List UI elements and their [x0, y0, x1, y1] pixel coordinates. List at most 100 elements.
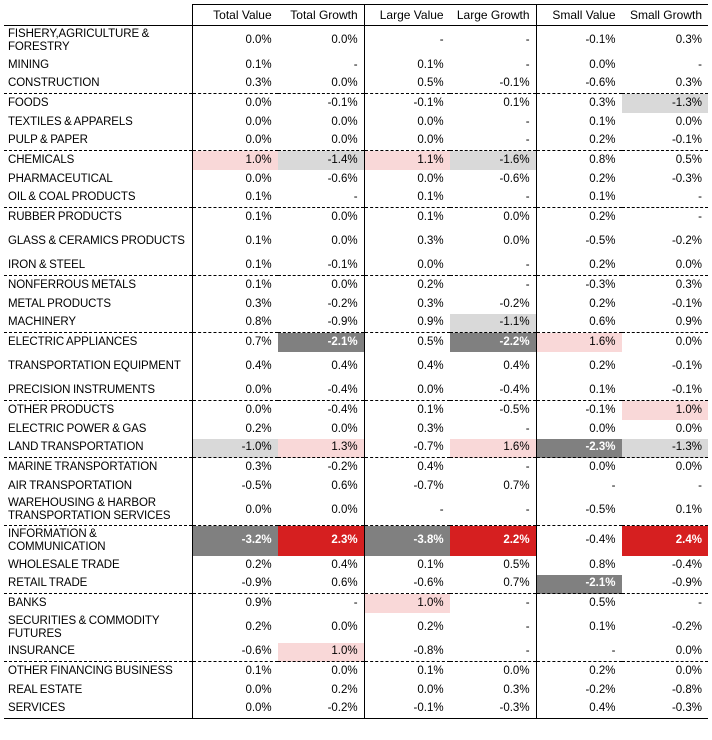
cell-total_value: 0.2%	[191, 555, 278, 575]
row-label: PRECISION INSTRUMENTS	[4, 381, 193, 401]
cell-total_growth: 1.0%	[277, 642, 365, 662]
cell-small_value: 0.2%	[535, 169, 622, 189]
cell-large_growth: -	[449, 188, 537, 208]
header-total-value: Total Value	[191, 4, 278, 26]
row-label: INSURANCE	[4, 642, 193, 662]
cell-small_growth: -0.1%	[621, 381, 708, 401]
table-row: ELECTRIC APPLIANCES 0.7% -2.1% 0.5% -2.2% 1.6…	[4, 332, 708, 352]
table-row: SECURITIES & COMMODITY FUTURES 0.2% 0.0% 0.…	[4, 612, 708, 643]
table-row: AIR TRANSPORTATION -0.5% 0.6% -0.7% 0.7% - -	[4, 476, 708, 496]
row-label: SERVICES	[4, 699, 193, 719]
cell-large_value: 1.1%	[363, 150, 450, 170]
table-row: MARINE TRANSPORTATION 0.3% -0.2% 0.4% -0.0% 0…	[4, 457, 708, 477]
row-label: PULP & PAPER	[4, 131, 193, 151]
cell-total_value: 0.0%	[191, 93, 278, 113]
row-label: OIL & COAL PRODUCTS	[4, 188, 193, 208]
cell-large_value: 0.3%	[363, 226, 450, 257]
header-row: Total Value Total Growth Large Value Lar…	[4, 4, 708, 26]
cell-large_value: -3.8%	[363, 525, 450, 556]
cell-small_value: 0.1%	[535, 381, 622, 401]
row-label: METAL PRODUCTS	[8, 297, 111, 310]
cell-total_value: 0.7%	[191, 332, 278, 352]
header-total-growth: Total Growth	[277, 4, 365, 26]
cell-total_value: 0.0%	[191, 112, 278, 132]
row-label: OTHER FINANCING BUSINESS	[8, 664, 173, 677]
row-label: REAL ESTATE	[8, 683, 83, 696]
cell-total_growth: -1.4%	[277, 150, 365, 170]
cell-total_value: 0.1%	[191, 226, 278, 257]
cell-small_growth: 0.3%	[621, 74, 708, 94]
cell-total_value: 0.1%	[191, 55, 278, 75]
row-label: WAREHOUSING & HARBOR TRANSPORTATION SERV…	[4, 495, 193, 526]
cell-small_value: 0.0%	[535, 419, 622, 439]
cell-small_growth: 0.0%	[675, 422, 702, 435]
cell-total_value: 0.3%	[191, 457, 278, 477]
cell-small_value: 0.6%	[535, 313, 622, 333]
table-row: NONFERROUS METALS 0.1% 0.0% 0.2% - -0.3% 0.3%	[4, 275, 708, 295]
cell-large_growth: 1.6%	[449, 438, 537, 458]
cell-total_growth: 0.0%	[331, 664, 358, 677]
sector-statistics-table: Total Value Total Growth Large Value Lar…	[4, 4, 708, 719]
cell-large_value: 0.1%	[363, 188, 450, 208]
cell-small_value: 0.0%	[535, 55, 622, 75]
cell-small_growth: 0.1%	[621, 495, 708, 526]
cell-small_value: -0.4%	[535, 525, 622, 556]
cell-small_growth: -0.9%	[621, 574, 708, 594]
cell-total_value: 0.0%	[191, 381, 278, 401]
cell-large_value: 0.9%	[363, 313, 450, 333]
cell-small_growth: 0.0%	[675, 115, 702, 128]
cell-large_growth: -0.5%	[499, 403, 530, 416]
cell-total_value: 0.2%	[191, 612, 278, 643]
cell-small_value: 0.1%	[535, 612, 622, 643]
cell-large_growth: -0.6%	[499, 172, 530, 185]
cell-total_value: 0.3%	[191, 294, 278, 314]
cell-total_value: 0.0%	[191, 699, 278, 719]
cell-large_growth: -0.2%	[499, 297, 530, 310]
cell-large_value: 0.2%	[363, 612, 450, 643]
cell-total_value: 0.1%	[191, 275, 278, 295]
cell-total_value: -1.0%	[191, 438, 278, 458]
cell-large_value: -0.1%	[363, 699, 450, 719]
cell-total_value: 0.1%	[191, 661, 278, 681]
table-row: OTHER FINANCING BUSINESS 0.1% 0.0% 0.1% 0.0%…	[4, 661, 708, 681]
table-row: IRON & STEEL 0.1% -0.1% 0.0% -0.2% 0.0%	[4, 256, 708, 276]
row-label: RETAIL TRADE	[4, 574, 193, 594]
cell-small_growth: 0.0%	[675, 664, 702, 677]
cell-total_value: 0.9%	[191, 593, 278, 613]
row-label: MINING	[8, 58, 49, 71]
header-large-value: Large Value	[363, 4, 450, 26]
cell-large_value: 0.3%	[363, 294, 450, 314]
cell-small_value: 0.3%	[535, 93, 622, 113]
cell-large_value: 0.0%	[363, 112, 450, 132]
cell-small_growth: -0.3%	[621, 699, 708, 719]
cell-total_value: 0.0%	[191, 400, 278, 420]
cell-small_value: 0.1%	[535, 188, 622, 208]
cell-small_value: 0.2%	[535, 661, 622, 681]
cell-small_growth: -0.4%	[671, 558, 702, 571]
row-label: PHARMACEUTICAL	[8, 172, 113, 185]
row-label: IRON & STEEL	[4, 256, 193, 276]
row-label: FISHERY,AGRICULTURE & FORESTRY	[8, 27, 150, 53]
table-row: METAL PRODUCTS 0.3% -0.2% 0.3% -0.2% 0.2% -0.1…	[4, 294, 708, 314]
cell-total_growth: -0.1%	[327, 96, 358, 109]
row-label: RUBBER PRODUCTS	[8, 210, 122, 223]
cell-large_value: 0.0%	[363, 680, 450, 700]
table-row: OTHER PRODUCTS 0.0% -0.4% 0.1% -0.5% -0.1% 1.0…	[4, 400, 708, 420]
cell-small_value: -2.3%	[535, 438, 622, 458]
cell-large_growth: -	[449, 131, 537, 151]
cell-total_growth: -0.2%	[277, 699, 365, 719]
cell-total_growth: -	[277, 188, 365, 208]
table-body: FISHERY,AGRICULTURE & FORESTRY 0.0% 0.0% - -…	[4, 25, 708, 719]
cell-total_growth: 0.6%	[331, 479, 358, 492]
cell-total_growth: 0.0%	[331, 235, 358, 247]
cell-large_value: -0.1%	[363, 93, 450, 113]
row-label: GLASS & CERAMICS PRODUCTS	[8, 235, 185, 247]
cell-large_growth: 0.0%	[503, 664, 530, 677]
row-label: LAND TRANSPORTATION	[4, 438, 193, 458]
cell-small_growth: -0.8%	[671, 683, 702, 696]
cell-small_value: 0.8%	[535, 555, 622, 575]
cell-large_value: -0.7%	[363, 476, 450, 496]
cell-large_growth: -2.2%	[449, 332, 537, 352]
cell-large_value: 0.1%	[363, 661, 450, 681]
cell-total_growth: -0.4%	[277, 381, 365, 401]
